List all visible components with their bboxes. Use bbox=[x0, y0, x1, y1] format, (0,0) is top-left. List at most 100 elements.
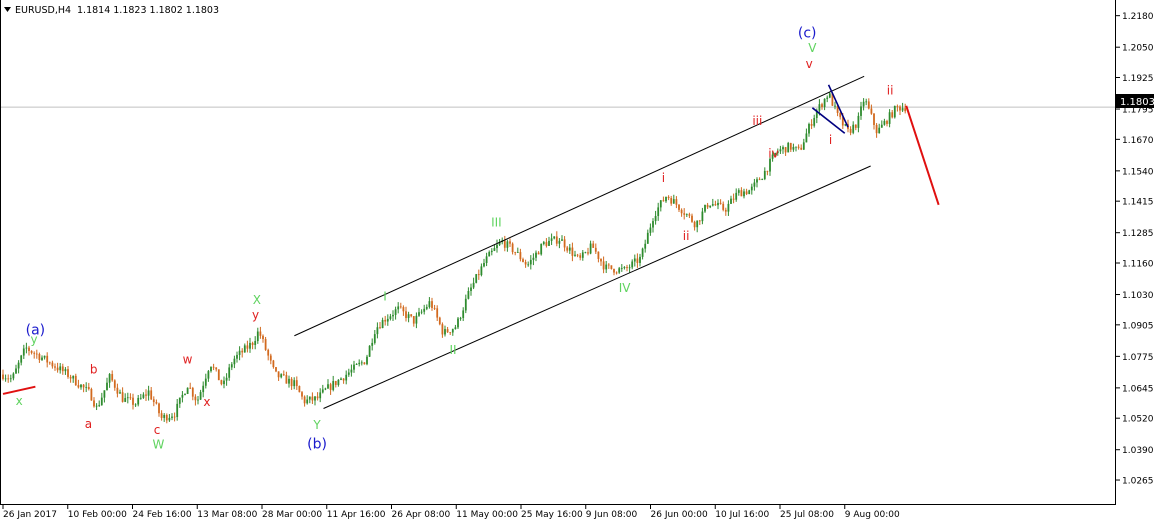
candle-body bbox=[483, 262, 485, 267]
candle-body bbox=[633, 258, 636, 262]
candle-body bbox=[225, 377, 228, 381]
candle-body bbox=[867, 101, 870, 109]
candle-body bbox=[880, 124, 883, 128]
wave-label: X bbox=[253, 293, 261, 307]
candle-body bbox=[272, 360, 275, 368]
y-tick-label: 1.0775 bbox=[1122, 353, 1154, 363]
candle-body bbox=[199, 392, 202, 400]
candle-body bbox=[787, 142, 790, 153]
candle-body bbox=[704, 204, 706, 212]
wave-label: y bbox=[252, 308, 259, 322]
wave-label: x bbox=[16, 394, 23, 408]
candle-body bbox=[672, 199, 675, 204]
candle-body bbox=[194, 396, 197, 401]
candle-body bbox=[420, 311, 423, 313]
candle-body bbox=[160, 413, 163, 418]
wave-label: v bbox=[806, 57, 813, 71]
candle-body bbox=[753, 182, 756, 187]
candle-body bbox=[795, 146, 797, 148]
candle-body bbox=[485, 256, 488, 263]
chart-background bbox=[0, 0, 1155, 525]
candle-body bbox=[407, 314, 410, 319]
candle-body bbox=[56, 367, 59, 371]
candle-body bbox=[553, 236, 556, 239]
x-tick-label: 11 Apr 16:00 bbox=[327, 510, 386, 520]
candle-body bbox=[685, 214, 688, 216]
candle-body bbox=[727, 203, 730, 212]
candle-body bbox=[90, 389, 93, 401]
candle-body bbox=[298, 386, 301, 393]
candle-body bbox=[602, 261, 605, 270]
candle-body bbox=[15, 368, 17, 374]
candle-body bbox=[20, 355, 23, 363]
candle-body bbox=[269, 355, 272, 361]
candle-body bbox=[28, 347, 30, 351]
candle-body bbox=[490, 250, 493, 253]
wave-label: III bbox=[491, 216, 502, 230]
candle-body bbox=[236, 354, 238, 359]
candle-body bbox=[59, 366, 62, 371]
y-tick-label: 1.1030 bbox=[1122, 291, 1154, 301]
candle-body bbox=[472, 282, 475, 288]
current-price-marker: 1.1803 bbox=[1116, 94, 1155, 108]
x-tick-label: 28 Mar 00:00 bbox=[262, 510, 322, 520]
price-chart[interactable]: (a)yxba cWwxXyY(b)IIIIIIIViiiiiiivVv(c)ii… bbox=[0, 0, 1155, 525]
candle-body bbox=[324, 388, 327, 390]
candle-body bbox=[288, 378, 290, 384]
chart-window: (a) y x b a c Ww x Xy Y (b) I II III IV i ii iii iv Vv (c) i i… bbox=[0, 0, 1155, 525]
candle-body bbox=[891, 112, 894, 118]
candle-body bbox=[329, 384, 332, 390]
candle-body bbox=[347, 372, 350, 375]
candle-body bbox=[516, 252, 519, 253]
candle-body bbox=[319, 392, 322, 399]
candle-body bbox=[628, 267, 631, 269]
candle-body bbox=[449, 332, 452, 334]
candle-body bbox=[652, 221, 654, 228]
candle-body bbox=[381, 319, 384, 329]
candle-body bbox=[737, 190, 740, 193]
candle-body bbox=[116, 387, 119, 394]
candle-body bbox=[901, 108, 904, 111]
candle-body bbox=[282, 374, 285, 376]
candle-body bbox=[212, 366, 215, 368]
y-tick-label: 1.1415 bbox=[1122, 198, 1154, 208]
candle-body bbox=[17, 362, 20, 369]
candle-body bbox=[9, 378, 12, 380]
candle-body bbox=[386, 318, 389, 322]
candle-body bbox=[626, 267, 628, 269]
candle-body bbox=[134, 404, 137, 406]
candle-body bbox=[152, 399, 155, 403]
candle-body bbox=[571, 247, 574, 256]
candle-body bbox=[197, 399, 199, 401]
candle-body bbox=[392, 314, 394, 317]
candle-body bbox=[644, 243, 647, 249]
candle-body bbox=[784, 147, 787, 153]
y-tick-label: 1.0390 bbox=[1122, 446, 1154, 456]
candle-body bbox=[477, 274, 480, 276]
candle-body bbox=[610, 265, 613, 269]
candle-body bbox=[82, 384, 85, 388]
x-tick-label: 13 Mar 08:00 bbox=[197, 510, 257, 520]
candle-body bbox=[163, 414, 166, 418]
candle-body bbox=[69, 376, 72, 379]
wave-label: b bbox=[90, 362, 98, 376]
candle-body bbox=[701, 211, 704, 222]
wave-label: II bbox=[449, 343, 456, 357]
candle-body bbox=[758, 179, 761, 181]
x-tick-label: 25 Jul 08:00 bbox=[780, 510, 834, 520]
candle-body bbox=[761, 179, 764, 180]
candle-body bbox=[2, 374, 4, 379]
candle-body bbox=[561, 239, 563, 241]
candle-body bbox=[818, 104, 821, 111]
candle-body bbox=[61, 366, 64, 372]
candle-body bbox=[529, 259, 532, 265]
candle-body bbox=[649, 227, 652, 233]
candle-body bbox=[631, 261, 634, 268]
candle-body bbox=[171, 416, 173, 418]
candle-body bbox=[410, 314, 413, 317]
candle-body bbox=[821, 104, 823, 108]
candle-body bbox=[441, 324, 444, 335]
y-tick-label: 1.0265 bbox=[1122, 477, 1154, 487]
candle-body bbox=[384, 319, 387, 322]
candle-body bbox=[142, 394, 145, 398]
